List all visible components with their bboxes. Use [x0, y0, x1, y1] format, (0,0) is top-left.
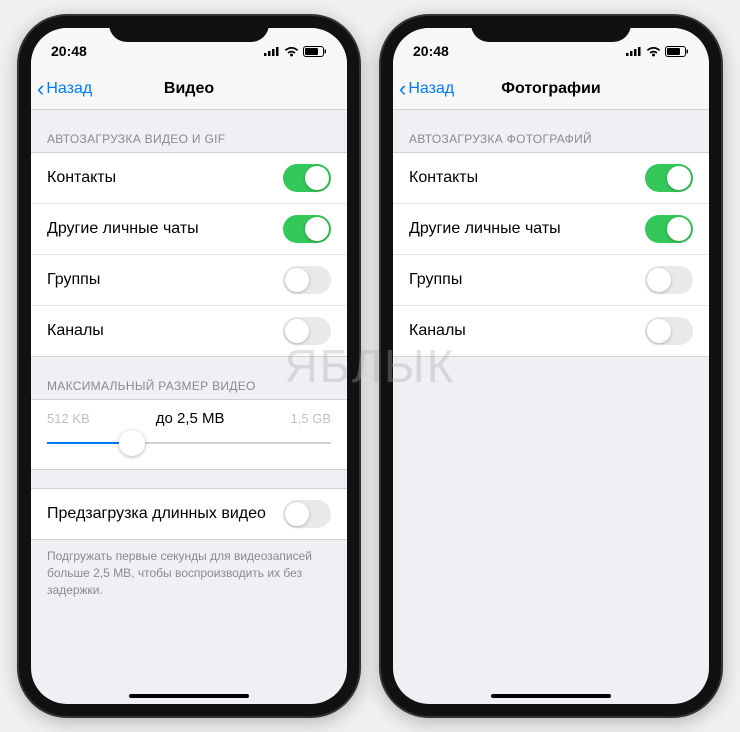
back-label: Назад	[46, 80, 92, 98]
back-label: Назад	[408, 80, 454, 98]
row-label: Группы	[47, 271, 100, 289]
slider-thumb[interactable]	[119, 430, 145, 456]
section-header-autoload: АВТОЗАГРУЗКА ВИДЕО И GIF	[31, 110, 347, 152]
battery-icon	[665, 46, 689, 57]
footnote: Подгружать первые секунды для видеозапис…	[31, 540, 347, 606]
nav-bar: ‹ Назад Фотографии	[393, 68, 709, 110]
row-channels: Каналы	[31, 306, 347, 356]
status-time: 20:48	[51, 43, 87, 59]
switch-groups[interactable]	[645, 266, 693, 294]
wifi-icon	[646, 46, 661, 57]
back-button[interactable]: ‹ Назад	[393, 78, 454, 100]
switch-private-chats[interactable]	[645, 215, 693, 243]
row-channels: Каналы	[393, 306, 709, 356]
row-label: Контакты	[47, 169, 116, 187]
switch-private-chats[interactable]	[283, 215, 331, 243]
cellular-icon	[264, 46, 280, 56]
size-slider[interactable]	[47, 433, 331, 453]
switch-contacts[interactable]	[283, 164, 331, 192]
phone-left: 20:48 ‹ Назад Видео АВТОЗАГРУЗКА ВИДЕО И…	[19, 16, 359, 716]
row-private-chats: Другие личные чаты	[393, 204, 709, 255]
screen: 20:48 ‹ Назад Видео АВТОЗАГРУЗКА ВИДЕО И…	[31, 28, 347, 704]
notch	[109, 16, 269, 42]
section-header-max-size: МАКСИМАЛЬНЫЙ РАЗМЕР ВИДЕО	[31, 357, 347, 399]
cellular-icon	[626, 46, 642, 56]
row-label: Каналы	[409, 322, 466, 340]
row-contacts: Контакты	[31, 153, 347, 204]
nav-bar: ‹ Назад Видео	[31, 68, 347, 110]
row-groups: Группы	[31, 255, 347, 306]
status-icons	[264, 46, 327, 57]
switch-channels[interactable]	[645, 317, 693, 345]
row-label: Другие личные чаты	[409, 220, 561, 238]
row-private-chats: Другие личные чаты	[31, 204, 347, 255]
home-indicator[interactable]	[491, 694, 611, 698]
home-indicator[interactable]	[129, 694, 249, 698]
slider-min: 512 KB	[47, 411, 90, 426]
row-label: Группы	[409, 271, 462, 289]
notch	[471, 16, 631, 42]
switch-channels[interactable]	[283, 317, 331, 345]
switch-preload[interactable]	[283, 500, 331, 528]
back-button[interactable]: ‹ Назад	[31, 78, 92, 100]
preload-list: Предзагрузка длинных видео	[31, 488, 347, 540]
autoload-list: Контакты Другие личные чаты Группы Канал…	[393, 152, 709, 357]
slider-max: 1,5 GB	[291, 411, 331, 426]
phone-right: 20:48 ‹ Назад Фотографии АВТОЗАГРУЗКА ФО…	[381, 16, 721, 716]
row-preload: Предзагрузка длинных видео	[31, 489, 347, 539]
slider-labels: 512 KB до 2,5 MB 1,5 GB	[47, 410, 331, 427]
slider-value: до 2,5 MB	[90, 410, 291, 427]
section-header-autoload: АВТОЗАГРУЗКА ФОТОГРАФИЙ	[393, 110, 709, 152]
switch-contacts[interactable]	[645, 164, 693, 192]
row-contacts: Контакты	[393, 153, 709, 204]
row-label: Каналы	[47, 322, 104, 340]
row-label: Предзагрузка длинных видео	[47, 505, 266, 523]
status-icons	[626, 46, 689, 57]
row-label: Контакты	[409, 169, 478, 187]
autoload-list: Контакты Другие личные чаты Группы Канал…	[31, 152, 347, 357]
size-slider-box: 512 KB до 2,5 MB 1,5 GB	[31, 399, 347, 470]
chevron-left-icon: ‹	[399, 78, 406, 100]
wifi-icon	[284, 46, 299, 57]
battery-icon	[303, 46, 327, 57]
row-label: Другие личные чаты	[47, 220, 199, 238]
row-groups: Группы	[393, 255, 709, 306]
chevron-left-icon: ‹	[37, 78, 44, 100]
switch-groups[interactable]	[283, 266, 331, 294]
status-time: 20:48	[413, 43, 449, 59]
screen: 20:48 ‹ Назад Фотографии АВТОЗАГРУЗКА ФО…	[393, 28, 709, 704]
